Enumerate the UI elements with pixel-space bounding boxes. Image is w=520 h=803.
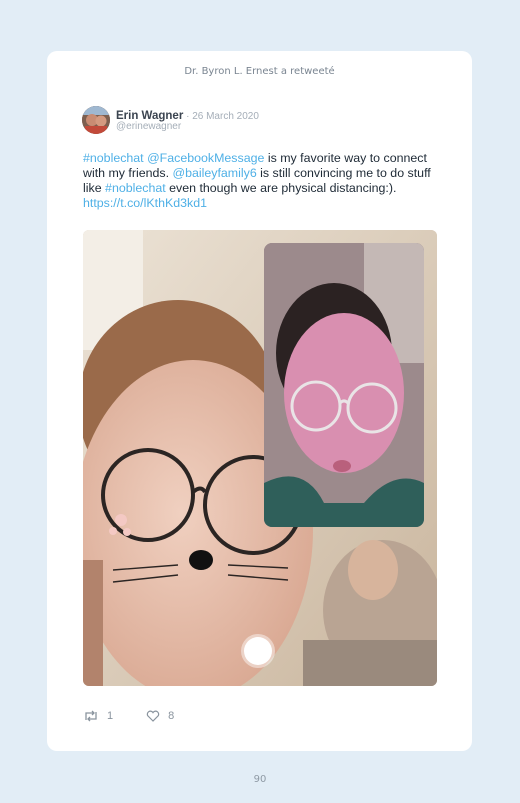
camera-shutter-button[interactable] <box>244 637 272 665</box>
retweet-count: 1 <box>107 710 114 722</box>
avatar[interactable] <box>82 106 110 134</box>
page-number: 90 <box>253 774 267 785</box>
hashtag-noblechat-2[interactable]: #noblechat <box>105 181 166 195</box>
tweet-link[interactable]: https://t.co/lKthKd3kd1 <box>83 196 207 210</box>
hashtag-noblechat[interactable]: #noblechat <box>83 151 144 165</box>
mention-facebookmessage[interactable]: @FacebookMessage <box>147 151 264 165</box>
tweet-text-part: even though we are physical distancing:)… <box>165 181 397 195</box>
tweet-actions: 1 8 <box>83 707 174 725</box>
author-handle[interactable]: @erinewagner <box>116 121 181 132</box>
mention-baileyfamily6[interactable]: @baileyfamily6 <box>173 166 257 180</box>
retweet-action[interactable]: 1 <box>83 710 113 722</box>
retweet-icon <box>85 710 97 722</box>
like-count: 8 <box>168 710 175 722</box>
tweet-text: #noblechat @FacebookMessage is my favori… <box>83 151 443 211</box>
retweet-notice: Dr. Byron L. Ernest a retweeté <box>184 66 335 77</box>
heart-icon <box>146 710 160 722</box>
like-action[interactable]: 8 <box>146 710 174 722</box>
pip-video-frame <box>264 243 424 527</box>
tweet-date: · 26 March 2020 <box>183 111 259 122</box>
tweet-photo[interactable] <box>83 230 437 686</box>
photo-pip-video <box>264 243 424 527</box>
tweet-card: Dr. Byron L. Ernest a retweeté Erin Wagn… <box>47 51 472 751</box>
